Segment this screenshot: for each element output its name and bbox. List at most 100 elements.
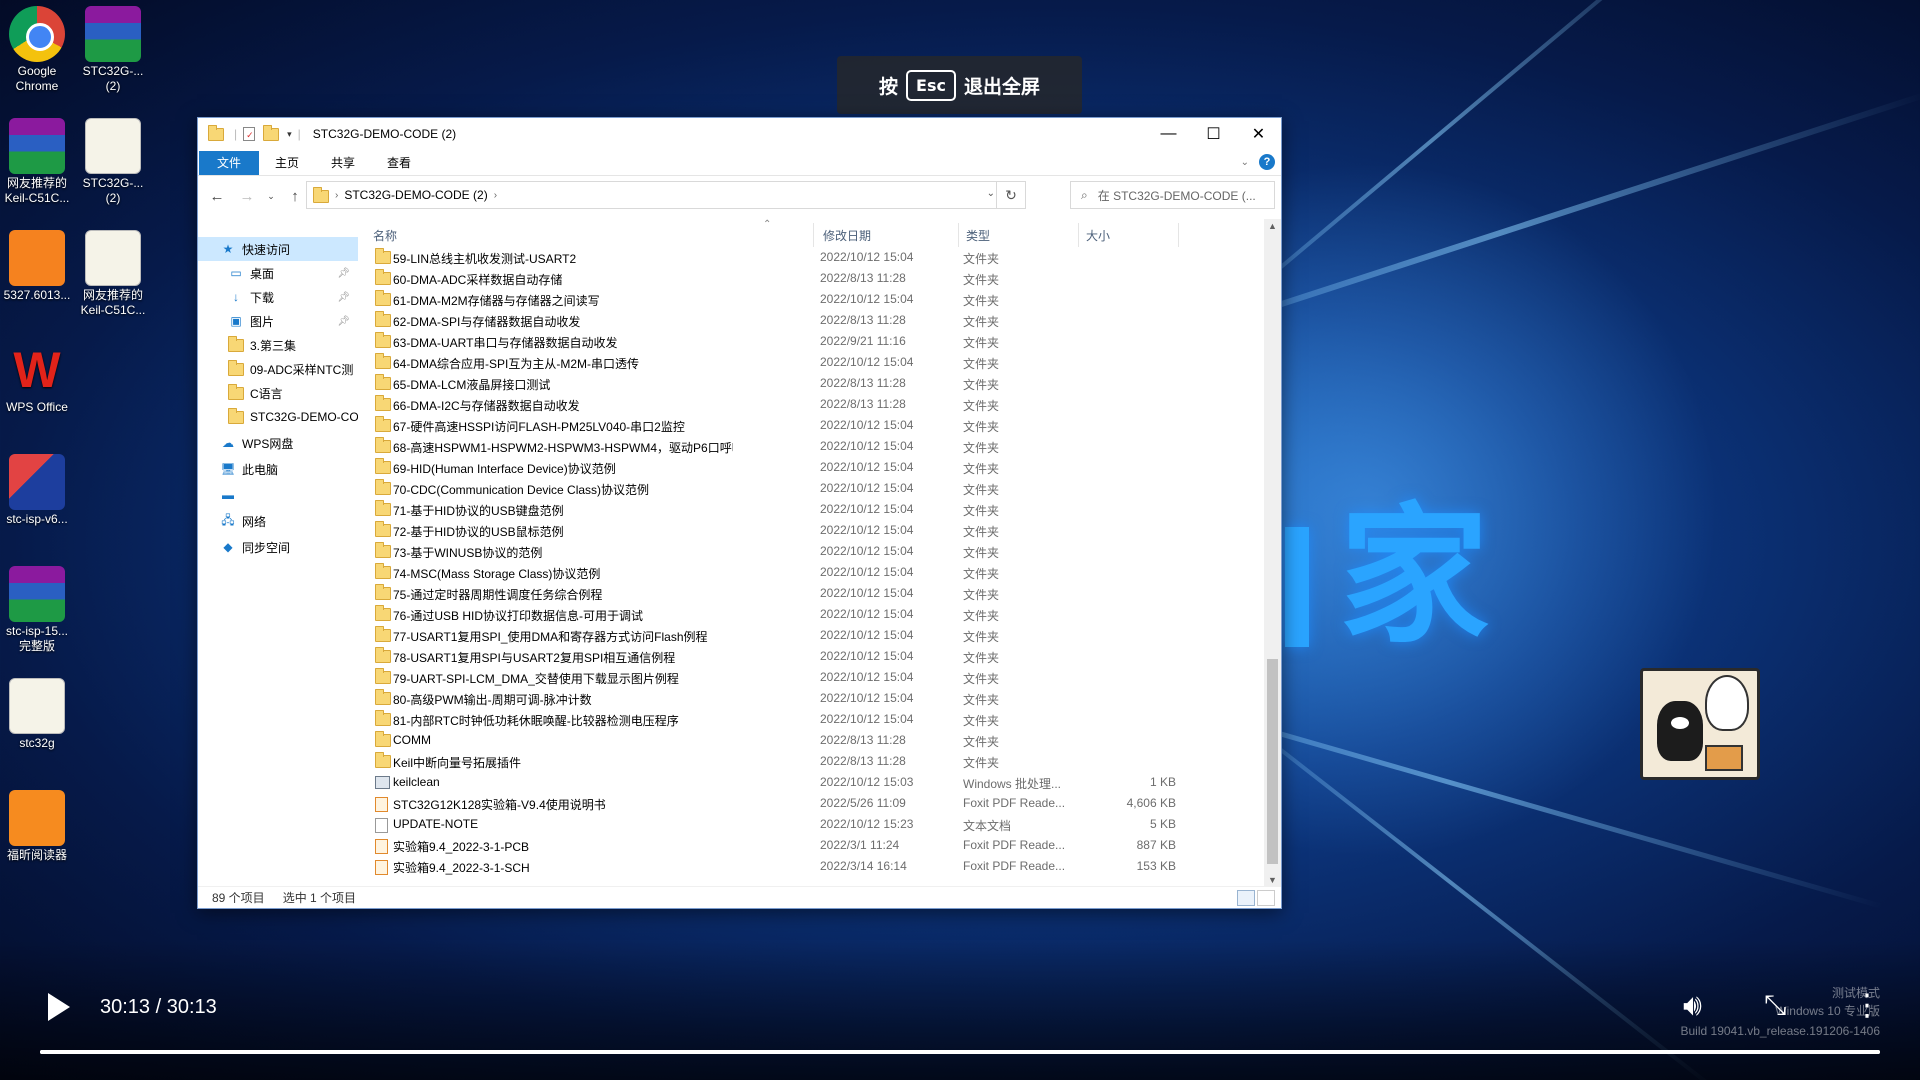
file-row[interactable]: 77-USART1复用SPI_使用DMA和寄存器方式访问Flash例程 2022/… (373, 625, 1233, 646)
ribbon-expand-icon[interactable]: ⌄ (1241, 157, 1249, 168)
nav-item[interactable]: ▬ (198, 483, 358, 507)
recent-locations-chevron-icon[interactable]: ⌄ (264, 183, 278, 209)
column-divider[interactable] (1178, 223, 1179, 247)
search-box[interactable]: ⌕ 在 STC32G-DEMO-CODE (... (1070, 181, 1275, 209)
back-arrow-icon[interactable]: ← (204, 183, 230, 209)
close-button[interactable]: ✕ (1236, 118, 1281, 150)
file-row[interactable]: 63-DMA-UART串口与存储器数据自动收发 2022/9/21 11:16 文件… (373, 331, 1233, 352)
tab-file[interactable]: 文件 (199, 150, 260, 175)
address-bar[interactable]: › STC32G-DEMO-CODE (2) › ⌄ ↻ (306, 181, 1026, 209)
new-folder-icon[interactable] (263, 124, 280, 141)
nav-item[interactable]: 🖥︎ 此电脑 (198, 457, 358, 481)
file-row[interactable]: UPDATE-NOTE 2022/10/12 15:23 文本文档 5 KB (373, 814, 1233, 835)
file-row[interactable]: 实验箱9.4_2022-3-1-SCH 2022/3/14 16:14 Foxit … (373, 856, 1233, 877)
nav-item[interactable]: ↓ 下载 📌︎ (198, 285, 358, 309)
tab-home[interactable]: 主页 (259, 151, 315, 175)
column-divider[interactable] (958, 223, 959, 247)
pin-icon[interactable]: 📌︎ (337, 292, 350, 303)
desktop-shortcut[interactable]: 5327.6013... (0, 230, 77, 303)
maximize-button[interactable]: ☐ (1191, 118, 1236, 150)
file-row[interactable]: 68-高速HSPWM1-HSPWM2-HSPWM3-HSPWM4，驱动P6口呼吸… (373, 436, 1233, 457)
file-row[interactable]: 65-DMA-LCM液晶屏接口测试 2022/8/13 11:28 文件夹 (373, 373, 1233, 394)
column-name[interactable]: 名称 (373, 227, 397, 244)
file-row[interactable]: 76-通过USB HID协议打印数据信息-可用于调试 2022/10/12 15:… (373, 604, 1233, 625)
file-row[interactable]: 62-DMA-SPI与存储器数据自动收发 2022/8/13 11:28 文件夹 (373, 310, 1233, 331)
column-type[interactable]: 类型 (966, 227, 990, 244)
column-date[interactable]: 修改日期 (823, 227, 871, 244)
nav-item[interactable]: ▭ 桌面 📌︎ (198, 261, 358, 285)
file-row[interactable]: 79-UART-SPI-LCM_DMA_交替使用下载显示图片例程 2022/10/… (373, 667, 1233, 688)
file-row[interactable]: 69-HID(Human Interface Device)协议范例 2022/1… (373, 457, 1233, 478)
desktop-shortcut[interactable]: 福昕阅读器 (0, 790, 77, 863)
nav-item[interactable]: 🖧︎ 网络 (198, 509, 358, 533)
file-row[interactable]: 80-高级PWM输出-周期可调-脉冲计数 2022/10/12 15:04 文件夹 (373, 688, 1233, 709)
file-row[interactable]: Keil中断向量号拓展插件 2022/8/13 11:28 文件夹 (373, 751, 1233, 772)
nav-item[interactable]: ▣ 图片 📌︎ (198, 309, 358, 333)
nav-item[interactable]: ★ 快速访问 (198, 237, 358, 261)
file-row[interactable]: 73-基于WINUSB协议的范例 2022/10/12 15:04 文件夹 (373, 541, 1233, 562)
details-view-icon[interactable] (1237, 890, 1255, 906)
file-row[interactable]: 60-DMA-ADC采样数据自动存储 2022/8/13 11:28 文件夹 (373, 268, 1233, 289)
nav-item[interactable]: 09-ADC采样NTC测 (198, 357, 358, 381)
file-row[interactable]: 70-CDC(Communication Device Class)协议范例 20… (373, 478, 1233, 499)
nav-item[interactable]: ◆ 同步空间 (198, 535, 358, 559)
tab-share[interactable]: 共享 (315, 151, 371, 175)
title-bar[interactable]: | ✓ ▾ | STC32G-DEMO-CODE (2) — ☐ ✕ (198, 118, 1281, 150)
file-row[interactable]: 71-基于HID协议的USB键盘范例 2022/10/12 15:04 文件夹 (373, 499, 1233, 520)
file-row[interactable]: 64-DMA综合应用-SPI互为主从-M2M-串口透传 2022/10/12 15… (373, 352, 1233, 373)
desktop-shortcut[interactable]: STC32G-... (2) (73, 6, 153, 94)
file-row[interactable]: keilclean 2022/10/12 15:03 Windows 批处理... 1… (373, 772, 1233, 793)
progress-bar[interactable] (40, 1050, 1880, 1054)
file-row[interactable]: 61-DMA-M2M存储器与存储器之间读写 2022/10/12 15:04 文件夹 (373, 289, 1233, 310)
vertical-scrollbar[interactable]: ▲ ▼ (1264, 219, 1281, 887)
nav-item[interactable]: 3.第三集 (198, 333, 358, 357)
nav-item[interactable]: ☁ WPS网盘 (198, 431, 358, 455)
nav-item[interactable]: C语言 (198, 381, 358, 405)
breadcrumb-chevron-icon[interactable]: › (335, 190, 338, 201)
desktop-shortcut[interactable]: stc32g (0, 678, 77, 751)
desktop-shortcut[interactable]: W WPS Office (0, 342, 77, 415)
file-row[interactable]: 74-MSC(Mass Storage Class)协议范例 2022/10/12… (373, 562, 1233, 583)
file-row[interactable]: 78-USART1复用SPI与USART2复用SPI相互通信例程 2022/10/… (373, 646, 1233, 667)
file-row[interactable]: 59-LIN总线主机收发测试-USART2 2022/10/12 15:04 文件夹 (373, 247, 1233, 268)
file-size: 4,606 KB (1126, 796, 1176, 810)
column-size[interactable]: 大小 (1086, 227, 1110, 244)
address-dropdown-icon[interactable]: ⌄ (987, 188, 995, 199)
qat-dropdown-icon[interactable]: ▾ (287, 129, 292, 140)
desktop-shortcut[interactable]: Google Chrome (0, 6, 77, 94)
breadcrumb-chevron-icon[interactable]: › (494, 190, 497, 201)
volume-icon[interactable]: 🔊︎ (1683, 988, 1702, 1023)
column-divider[interactable] (813, 223, 814, 247)
file-row[interactable]: COMM 2022/8/13 11:28 文件夹 (373, 730, 1233, 751)
file-row[interactable]: 66-DMA-I2C与存储器数据自动收发 2022/8/13 11:28 文件夹 (373, 394, 1233, 415)
desktop-shortcut[interactable]: stc-isp-15... 完整版 (0, 566, 77, 654)
desktop-shortcut[interactable]: 网友推荐的 Keil-C51C... (73, 230, 153, 318)
desktop-shortcut[interactable]: stc-isp-v6... (0, 454, 77, 527)
file-row[interactable]: STC32G12K128实验箱-V9.4使用说明书 2022/5/26 11:09… (373, 793, 1233, 814)
forward-arrow-icon[interactable]: → (234, 183, 260, 209)
nav-item[interactable]: STC32G-DEMO-CO (198, 405, 358, 429)
desktop-shortcut[interactable]: STC32G-... (2) (73, 118, 153, 206)
scroll-down-icon[interactable]: ▼ (1264, 875, 1281, 885)
pin-icon[interactable]: 📌︎ (337, 268, 350, 279)
play-icon[interactable] (48, 993, 70, 1021)
file-row[interactable]: 75-通过定时器周期性调度任务综合例程 2022/10/12 15:04 文件夹 (373, 583, 1233, 604)
file-row[interactable]: 实验箱9.4_2022-3-1-PCB 2022/3/1 11:24 Foxit P… (373, 835, 1233, 856)
minimize-button[interactable]: — (1146, 118, 1191, 150)
desktop-shortcut[interactable]: 网友推荐的 Keil-C51C... (0, 118, 77, 206)
pin-icon[interactable]: 📌︎ (337, 316, 350, 327)
scroll-up-icon[interactable]: ▲ (1264, 221, 1281, 231)
properties-icon[interactable]: ✓ (243, 127, 256, 141)
file-row[interactable]: 67-硬件高速HSSPI访问FLASH-PM25LV040-串口2监控 2022/… (373, 415, 1233, 436)
refresh-icon[interactable]: ↻ (996, 181, 1026, 209)
sync-icon: ◆ (223, 540, 233, 554)
file-row[interactable]: 72-基于HID协议的USB鼠标范例 2022/10/12 15:04 文件夹 (373, 520, 1233, 541)
large-icons-view-icon[interactable] (1257, 890, 1275, 906)
scrollbar-thumb[interactable] (1267, 659, 1278, 864)
file-row[interactable]: 81-内部RTC时钟低功耗休眠唤醒-比较器检测电压程序 2022/10/12 15… (373, 709, 1233, 730)
up-arrow-icon[interactable]: ↑ (282, 183, 308, 209)
breadcrumb-current[interactable]: STC32G-DEMO-CODE (2) (344, 188, 487, 202)
help-icon[interactable]: ? (1259, 154, 1275, 170)
column-divider[interactable] (1078, 223, 1079, 247)
tab-view[interactable]: 查看 (371, 151, 427, 175)
